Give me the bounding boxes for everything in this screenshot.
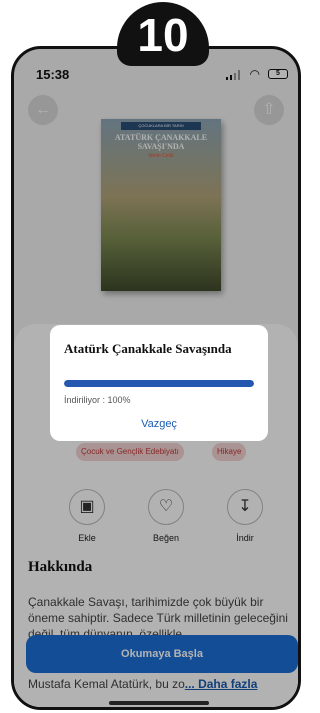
- download-progress-fill: [64, 380, 254, 387]
- download-dialog: Atatürk Çanakkale Savaşında İndiriliyor …: [50, 325, 268, 441]
- phone-screen: 15:38 ◠ 5 ← ⇧ ÇOCUKLARA BİR TARİH ATATÜR…: [11, 46, 301, 710]
- dialog-title: Atatürk Çanakkale Savaşında: [64, 341, 232, 356]
- home-indicator: [109, 701, 209, 705]
- screenshot-frame: 15:38 ◠ 5 ← ⇧ ÇOCUKLARA BİR TARİH ATATÜR…: [0, 0, 309, 713]
- download-progress-bar: [64, 380, 254, 387]
- cancel-button[interactable]: Vazgeç: [50, 418, 268, 430]
- download-status-text: İndiriliyor : 100%: [64, 395, 131, 405]
- step-badge: 10: [117, 2, 209, 66]
